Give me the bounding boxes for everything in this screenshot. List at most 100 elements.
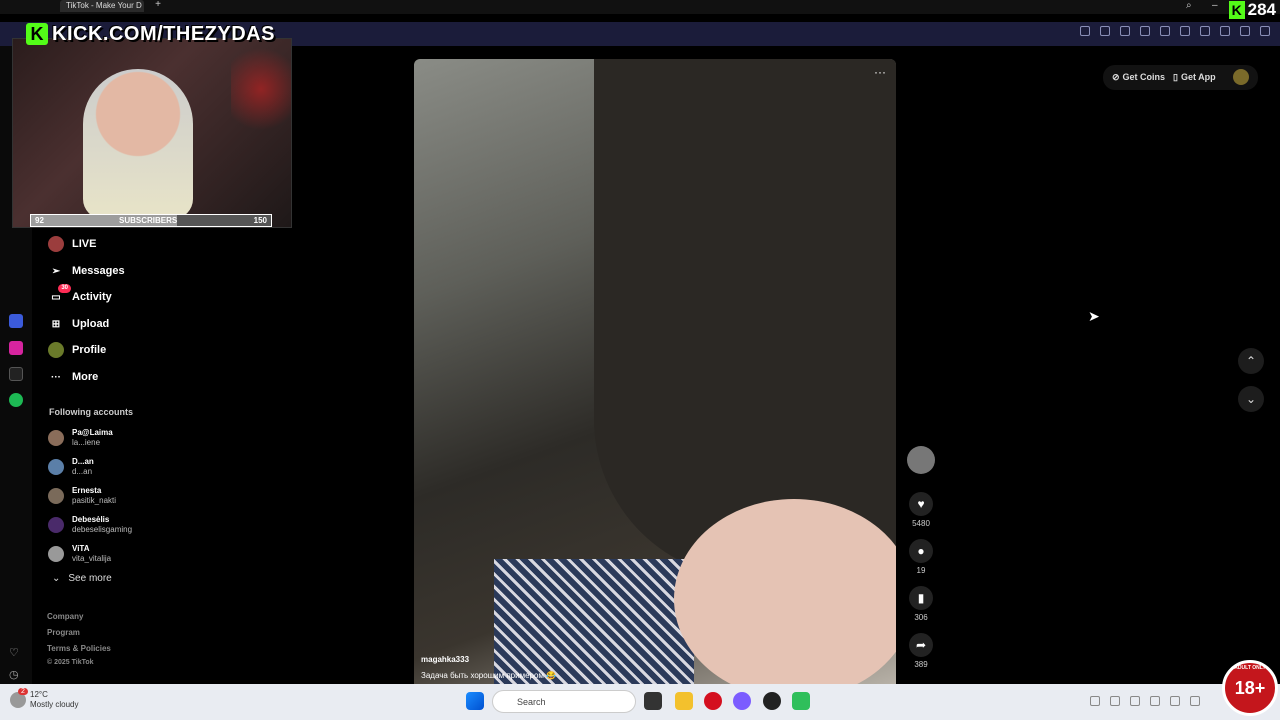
avatar[interactable]	[1233, 69, 1249, 85]
comment-button[interactable]: ● 19	[906, 539, 936, 575]
get-app-button[interactable]: ▯ Get App	[1173, 66, 1216, 88]
account-name: Pa@Laima	[72, 428, 113, 437]
opera-icon[interactable]	[704, 692, 722, 710]
task-view-icon[interactable]	[644, 692, 662, 710]
video-username[interactable]: magahka333	[421, 655, 469, 664]
weather-temp: 12°C	[30, 690, 48, 699]
minimize-icon[interactable]: –	[1212, 0, 1218, 11]
avatar	[48, 546, 64, 562]
x-icon[interactable]	[9, 367, 23, 381]
activity-icon: ▭ 30	[48, 284, 71, 305]
account-handle: d...an	[72, 467, 93, 476]
viewer-counter: K 284	[1228, 0, 1276, 20]
subscriber-goal-bar: 92 SUBSCRIBERS 150	[30, 214, 272, 227]
previous-video-button[interactable]: ⌃	[1238, 348, 1264, 374]
account-item[interactable]: Pa@Laima la...iene	[48, 428, 113, 448]
mouse-cursor-icon: ➤	[1088, 308, 1100, 324]
messenger-icon[interactable]	[733, 692, 751, 710]
nav-messages[interactable]: ➢ Messages	[48, 263, 125, 279]
nav-upload[interactable]: ⊞ Upload	[48, 316, 109, 332]
adult-ring-text: ADULT ONLY	[1234, 665, 1266, 671]
system-tray	[1090, 696, 1200, 706]
network-icon[interactable]	[1130, 696, 1140, 706]
account-item[interactable]: Ernesta pasitik_nakti	[48, 486, 116, 506]
nav-label: LIVE	[72, 238, 97, 250]
activity-badge: 30	[58, 284, 71, 293]
bookmark-icon: ▮	[909, 586, 933, 610]
footer-copyright: © 2025 TikTok	[47, 659, 94, 666]
more-options-button[interactable]: ···	[874, 65, 886, 79]
app-icon[interactable]	[792, 692, 810, 710]
display-icon[interactable]	[1170, 696, 1180, 706]
share-button[interactable]: ➦ 389	[906, 633, 936, 669]
weather-widget[interactable]: 12°C Mostly cloudy	[30, 690, 78, 710]
account-item[interactable]: ViTA vita_vitalija	[48, 544, 111, 564]
avatar	[48, 459, 64, 475]
like-button[interactable]: ♥ 5480	[906, 492, 936, 528]
shield-icon[interactable]	[1140, 26, 1150, 36]
search-icon[interactable]: ⌕	[1186, 0, 1192, 11]
obs-icon[interactable]	[763, 692, 781, 710]
camera-icon[interactable]	[1120, 26, 1130, 36]
edit-icon[interactable]	[1100, 26, 1110, 36]
avatar	[907, 446, 935, 474]
account-handle: la...iene	[72, 438, 101, 447]
plus-square-icon: ⊞	[51, 318, 61, 330]
mic-icon[interactable]	[1150, 696, 1160, 706]
instagram-icon[interactable]	[9, 341, 23, 355]
download-icon[interactable]	[1200, 26, 1210, 36]
play-icon[interactable]	[1160, 26, 1170, 36]
chevron-up-icon: ⌃	[1245, 354, 1257, 368]
heart-icon[interactable]: ♡	[9, 646, 23, 660]
account-item[interactable]: Debesėlis debeselisgaming	[48, 515, 132, 535]
see-more-button[interactable]: ⌄ See more	[52, 573, 112, 584]
get-coins-button[interactable]: ⊘ Get Coins	[1112, 66, 1165, 88]
next-video-button[interactable]: ⌄	[1238, 386, 1264, 412]
sync-icon[interactable]	[1110, 696, 1120, 706]
nav-more[interactable]: ··· More	[48, 369, 98, 385]
account-name: Debesėlis	[72, 515, 110, 524]
nav-profile[interactable]: Profile	[48, 342, 106, 358]
more-dots-icon: ···	[51, 371, 61, 383]
profile-icon[interactable]	[1240, 26, 1250, 36]
notification-badge: 2	[18, 688, 28, 695]
extensions-icon[interactable]	[1260, 26, 1270, 36]
avatar	[48, 517, 64, 533]
chevron-up-icon[interactable]	[1090, 696, 1100, 706]
menu-icon[interactable]	[1220, 26, 1230, 36]
windows-start-icon[interactable]	[466, 692, 484, 710]
comment-icon: ●	[909, 539, 933, 563]
zoom-icon[interactable]	[1080, 26, 1090, 36]
footer-terms[interactable]: Terms & Policies	[47, 644, 111, 653]
taskbar: 2 12°C Mostly cloudy Search	[0, 684, 1280, 720]
author-avatar-button[interactable]	[906, 446, 936, 474]
history-icon[interactable]: ◷	[9, 668, 23, 682]
aria-icon[interactable]	[9, 314, 23, 328]
like-count: 5480	[912, 519, 930, 528]
save-button[interactable]: ▮ 306	[906, 586, 936, 622]
spotify-icon[interactable]	[9, 393, 23, 407]
nav-live[interactable]: LIVE	[48, 236, 96, 252]
account-name: ViTA	[72, 544, 90, 553]
nav-activity[interactable]: ▭ 30 Activity	[48, 284, 112, 305]
taskbar-search[interactable]: Search	[492, 690, 636, 713]
nav-label: Activity	[72, 291, 112, 303]
file-explorer-icon[interactable]	[675, 692, 693, 710]
footer-company[interactable]: Company	[47, 612, 83, 621]
send-icon: ➢	[51, 265, 61, 277]
video-content	[594, 59, 896, 579]
heart-icon[interactable]	[1180, 26, 1190, 36]
volume-icon[interactable]	[1190, 696, 1200, 706]
share-count: 389	[914, 660, 928, 669]
account-item[interactable]: D...an d...an	[48, 457, 94, 477]
video-description: Задача быть хорошим примером 😂	[421, 671, 557, 680]
following-title: Following accounts	[49, 407, 134, 417]
browser-tab[interactable]: TikTok - Make Your D	[60, 0, 144, 12]
new-tab-button[interactable]: +	[153, 0, 163, 12]
account-handle: vita_vitalija	[72, 554, 112, 563]
video-player[interactable]: ··· magahka333 Задача быть хорошим приме…	[414, 59, 896, 684]
footer-program[interactable]: Program	[47, 628, 80, 637]
phone-icon: ▯	[1173, 71, 1178, 82]
nav-label: Messages	[72, 265, 125, 277]
get-app-label: Get App	[1180, 72, 1216, 82]
